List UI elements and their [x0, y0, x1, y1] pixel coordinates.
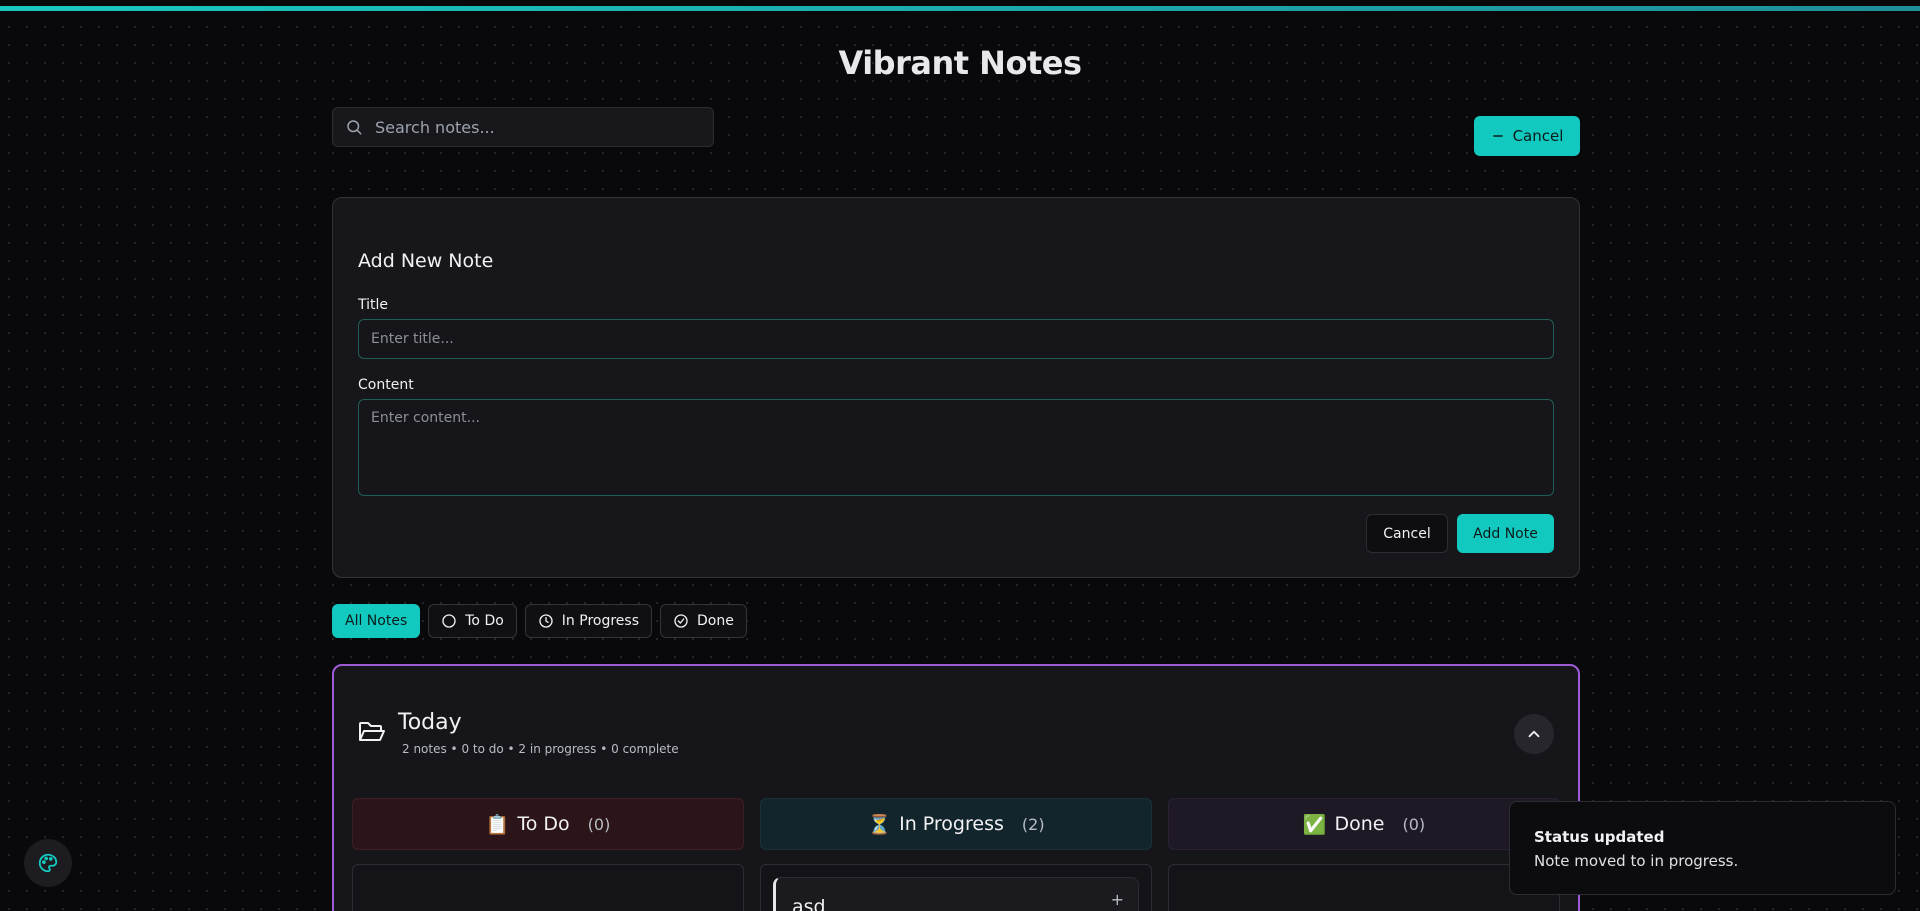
- palette-icon: [38, 853, 58, 873]
- note-card[interactable]: asd +: [773, 877, 1139, 911]
- add-note-form: Add New Note Title Content Cancel Add No…: [332, 197, 1580, 578]
- content-label: Content: [358, 377, 414, 393]
- toast-title: Status updated: [1534, 828, 1665, 846]
- status-filter-bar: All Notes To Do In Progress Done: [332, 604, 747, 638]
- filter-all-notes[interactable]: All Notes: [332, 604, 421, 638]
- form-heading: Add New Note: [358, 250, 494, 272]
- filter-done[interactable]: Done: [660, 604, 747, 638]
- filter-in-progress-label: In Progress: [561, 613, 639, 629]
- plus-icon[interactable]: +: [1111, 890, 1124, 909]
- column-count: (2): [1021, 814, 1045, 834]
- theme-palette-button[interactable]: [24, 839, 72, 887]
- note-group-today: Today 2 notes • 0 to do • 2 in progress …: [332, 664, 1580, 911]
- column-header-to-do: 📋 To Do (0): [352, 798, 744, 850]
- check-circle-icon: [674, 614, 688, 628]
- column-done-dropzone[interactable]: [1168, 864, 1560, 911]
- column-label: In Progress: [899, 813, 1004, 835]
- chevron-up-icon: [1528, 730, 1540, 738]
- clipboard-icon: 📋: [485, 813, 510, 836]
- search-icon: [347, 120, 362, 135]
- top-progress-bar: [0, 6, 1920, 11]
- search-input[interactable]: [373, 116, 697, 138]
- column-to-do-dropzone[interactable]: [352, 864, 744, 911]
- hourglass-icon: ⏳: [867, 813, 892, 836]
- filter-in-progress[interactable]: In Progress: [524, 604, 652, 638]
- filter-all-notes-label: All Notes: [345, 613, 408, 629]
- app-title: Vibrant Notes: [838, 44, 1082, 82]
- group-title: Today: [398, 710, 462, 735]
- filter-to-do[interactable]: To Do: [428, 604, 517, 638]
- group-summary: 2 notes • 0 to do • 2 in progress • 0 co…: [402, 742, 679, 756]
- note-title: asd: [792, 896, 826, 911]
- minus-icon: [1492, 135, 1503, 137]
- collapse-group-button[interactable]: [1514, 714, 1554, 754]
- title-input[interactable]: [358, 319, 1554, 359]
- filter-done-label: Done: [697, 613, 734, 629]
- column-in-progress-dropzone[interactable]: asd +: [760, 864, 1152, 911]
- toggle-form-label: Cancel: [1512, 127, 1564, 145]
- column-header-in-progress: ⏳ In Progress (2): [760, 798, 1152, 850]
- form-cancel-button[interactable]: Cancel: [1366, 514, 1448, 553]
- toast-notification: Status updated Note moved to in progress…: [1509, 801, 1896, 895]
- column-count: (0): [587, 814, 611, 834]
- title-label: Title: [358, 297, 389, 313]
- content-textarea[interactable]: [358, 399, 1554, 496]
- check-mark-icon: ✅: [1302, 813, 1327, 836]
- filter-to-do-label: To Do: [465, 613, 504, 629]
- folder-open-icon: [359, 722, 385, 741]
- toast-description: Note moved to in progress.: [1534, 852, 1739, 870]
- column-label: Done: [1334, 813, 1385, 835]
- column-label: To Do: [517, 813, 570, 835]
- column-header-done: ✅ Done (0): [1168, 798, 1560, 850]
- column-count: (0): [1402, 814, 1426, 834]
- circle-icon: [442, 614, 456, 628]
- toggle-form-button[interactable]: Cancel: [1474, 116, 1580, 156]
- search-box[interactable]: [332, 107, 714, 147]
- add-note-button[interactable]: Add Note: [1457, 514, 1554, 553]
- clock-icon: [539, 614, 553, 628]
